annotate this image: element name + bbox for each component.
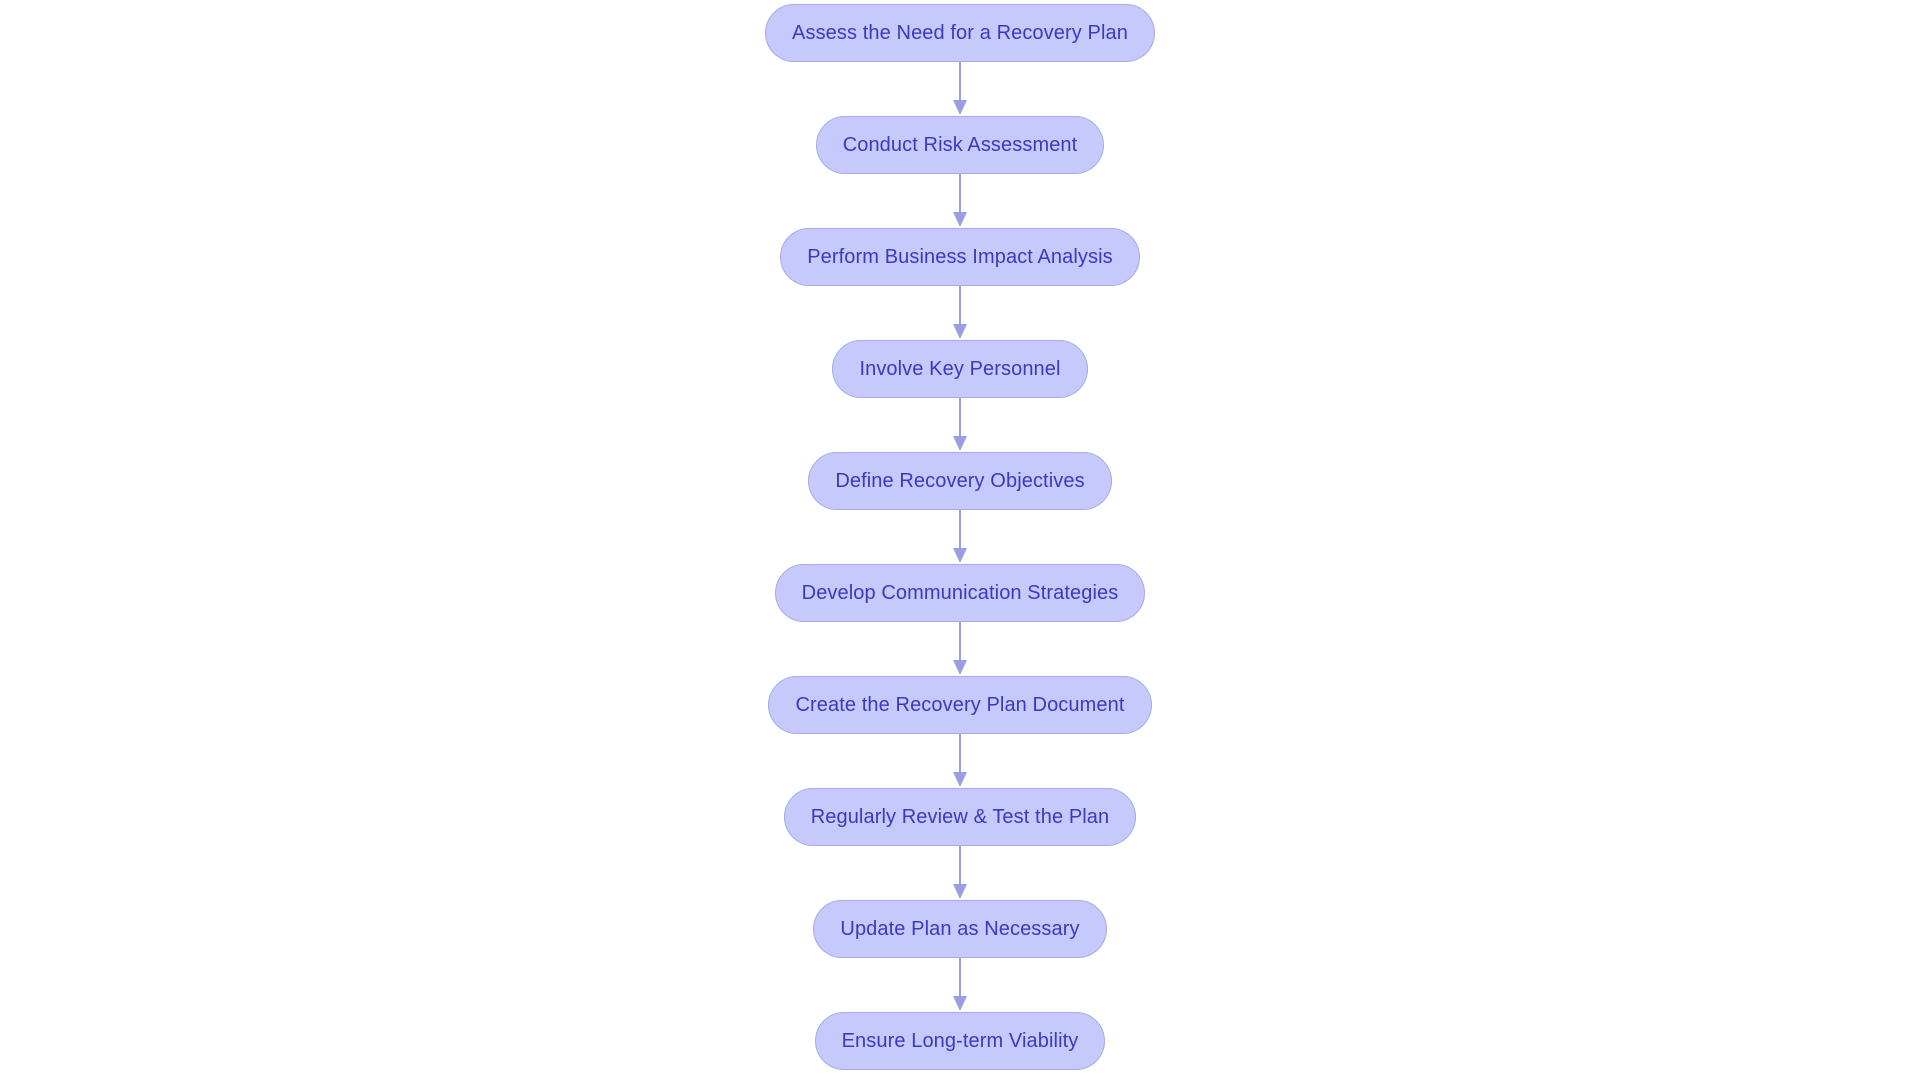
arrowhead-icon bbox=[953, 884, 967, 899]
flow-connector-arrow bbox=[948, 958, 972, 1012]
flow-connector-arrow bbox=[948, 510, 972, 564]
flow-connector-arrow bbox=[948, 846, 972, 900]
flow-node-define-recovery-objectives[interactable]: Define Recovery Objectives bbox=[808, 452, 1112, 510]
flow-node-label: Define Recovery Objectives bbox=[835, 470, 1085, 492]
flow-node-update-plan-as-necessary[interactable]: Update Plan as Necessary bbox=[813, 900, 1107, 958]
flow-node-create-recovery-plan-document[interactable]: Create the Recovery Plan Document bbox=[768, 676, 1152, 734]
flow-node-label: Perform Business Impact Analysis bbox=[807, 246, 1113, 268]
flow-connector-arrow bbox=[948, 622, 972, 676]
flow-node-ensure-long-term-viability[interactable]: Ensure Long-term Viability bbox=[814, 1012, 1106, 1070]
flow-node-label: Develop Communication Strategies bbox=[801, 582, 1119, 604]
flow-connector-arrow bbox=[948, 62, 972, 116]
flow-node-label: Create the Recovery Plan Document bbox=[795, 694, 1125, 716]
arrowhead-icon bbox=[953, 212, 967, 227]
flow-node-label: Involve Key Personnel bbox=[859, 358, 1061, 380]
flow-node-label: Conduct Risk Assessment bbox=[842, 134, 1078, 156]
arrowhead-icon bbox=[953, 324, 967, 339]
flow-node-develop-communication-strategies[interactable]: Develop Communication Strategies bbox=[774, 564, 1146, 622]
arrowhead-icon bbox=[953, 548, 967, 563]
flow-connector-arrow bbox=[948, 174, 972, 228]
flow-node-label: Assess the Need for a Recovery Plan bbox=[792, 22, 1128, 44]
flowchart-node-chain: Assess the Need for a Recovery Plan Condu… bbox=[0, 0, 1920, 1070]
arrowhead-icon bbox=[953, 996, 967, 1011]
flow-node-label: Update Plan as Necessary bbox=[840, 918, 1080, 940]
flow-node-perform-business-impact-analysis[interactable]: Perform Business Impact Analysis bbox=[780, 228, 1140, 286]
flow-connector-arrow bbox=[948, 734, 972, 788]
flow-node-label: Regularly Review & Test the Plan bbox=[810, 806, 1110, 828]
arrowhead-icon bbox=[953, 660, 967, 675]
arrowhead-icon bbox=[953, 100, 967, 115]
flow-node-label: Ensure Long-term Viability bbox=[841, 1030, 1079, 1052]
flow-node-conduct-risk-assessment[interactable]: Conduct Risk Assessment bbox=[815, 116, 1105, 174]
flow-connector-arrow bbox=[948, 398, 972, 452]
flow-connector-arrow bbox=[948, 286, 972, 340]
flow-node-regularly-review-test-plan[interactable]: Regularly Review & Test the Plan bbox=[783, 788, 1137, 846]
flow-node-assess-need[interactable]: Assess the Need for a Recovery Plan bbox=[765, 4, 1155, 62]
flow-node-involve-key-personnel[interactable]: Involve Key Personnel bbox=[832, 340, 1088, 398]
flowchart-canvas: Assess the Need for a Recovery Plan Condu… bbox=[0, 0, 1920, 1080]
arrowhead-icon bbox=[953, 772, 967, 787]
arrowhead-icon bbox=[953, 436, 967, 451]
